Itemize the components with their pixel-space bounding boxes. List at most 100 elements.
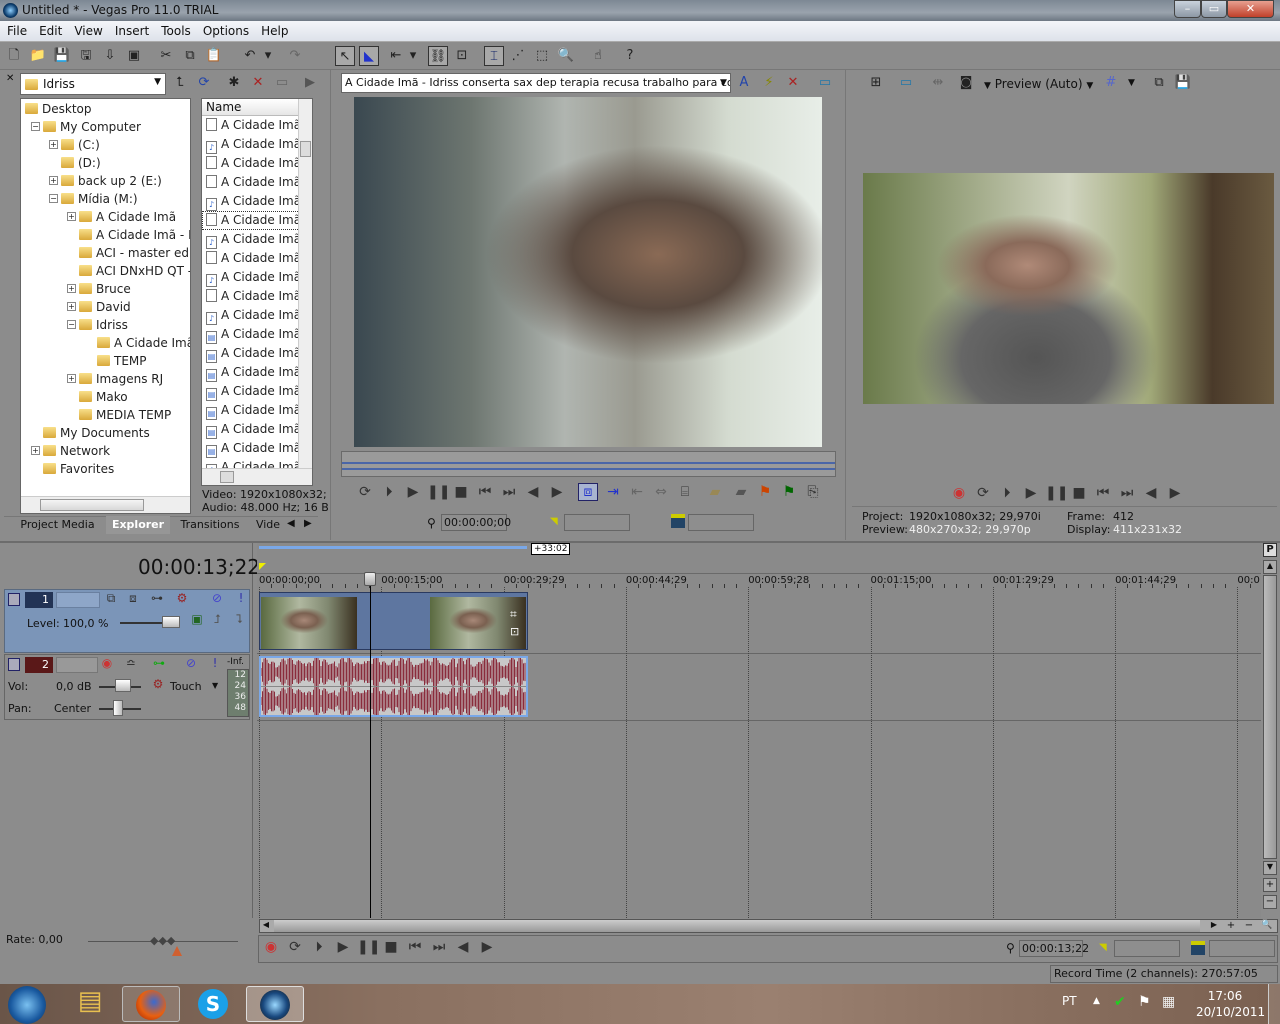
chevron-down-icon[interactable]: ▼ [720, 78, 727, 88]
go-to-start-icon[interactable]: ⏮ [475, 484, 495, 500]
previous-frame-icon[interactable]: ◀ [523, 484, 543, 500]
menu-file[interactable]: File [0, 21, 32, 38]
tab-scroll-left-icon[interactable]: ◀ [287, 518, 295, 529]
show-hidden-icons[interactable]: ▲ [1093, 996, 1100, 1006]
track-fx-icon[interactable]: ⚙ [172, 591, 192, 605]
event-pan-crop-icon[interactable]: ⌗ [510, 607, 517, 622]
ripple-dropdown-icon[interactable]: ▾ [407, 46, 419, 66]
scrollbar-thumb[interactable] [1263, 575, 1277, 859]
what-is-this-icon[interactable]: ☝ [588, 46, 608, 66]
track-motion-icon[interactable]: ⊶ [147, 591, 167, 605]
auto-crossfade-icon[interactable]: ⋰ [508, 46, 528, 66]
expand-icon[interactable]: + [67, 374, 76, 383]
tree-item[interactable]: + back up 2 (E:) [21, 172, 190, 190]
ignore-grouping-icon[interactable]: ⊡ [452, 46, 472, 66]
trimmer-timeline-strip[interactable] [341, 451, 836, 477]
file-item[interactable]: A Cidade Imã [202, 173, 312, 192]
split-screen-icon[interactable]: ⇹ [928, 73, 948, 93]
tree-item[interactable]: + Bruce [21, 280, 190, 298]
previous-frame-icon[interactable]: ◀ [1141, 485, 1161, 501]
add-to-timeline-icon[interactable]: A [734, 73, 754, 93]
loop-playback-icon[interactable]: ⟳ [285, 939, 305, 955]
track-fx-icon[interactable]: ⊶ [149, 656, 169, 670]
loop-region-bar[interactable] [259, 546, 527, 549]
collapse-icon[interactable]: − [49, 194, 58, 203]
tree-horizontal-scrollbar[interactable] [21, 496, 190, 513]
clock[interactable]: 17:06 20/10/2011 [1196, 989, 1265, 1019]
grid-icon[interactable]: # [1101, 73, 1121, 93]
file-item[interactable]: ▤ A Cidade Imã [202, 420, 312, 439]
file-item[interactable]: ♪ A Cidade Imã [202, 192, 312, 211]
marker-icon[interactable]: ⚑ [755, 484, 775, 500]
skype-taskbar-button[interactable]: S [184, 986, 242, 1022]
preview-properties-icon[interactable]: ⊞ [866, 73, 886, 93]
undo-dropdown-icon[interactable]: ▾ [262, 46, 274, 66]
go-to-end-icon[interactable]: ⏭ [1117, 485, 1137, 501]
file-item[interactable]: ▤ A Cidade Imã [202, 344, 312, 363]
selection-start-field[interactable] [564, 514, 630, 531]
previous-frame-icon[interactable]: ◀ [453, 939, 473, 955]
cursor-timecode[interactable]: 00:00:13;22 [138, 555, 260, 579]
redo-icon[interactable]: ↷ [285, 46, 305, 66]
preview-quality-dropdown[interactable]: ▼ Preview (Auto) ▼ [984, 77, 1093, 91]
menu-view[interactable]: View [67, 21, 107, 38]
expand-icon[interactable]: + [67, 212, 76, 221]
tab-video-fx[interactable]: Vide [252, 516, 284, 534]
delete-icon[interactable]: ✕ [248, 73, 268, 93]
firefox-taskbar-button[interactable] [122, 986, 180, 1022]
automation-mode[interactable]: Touch [170, 680, 202, 693]
insert-icon[interactable]: ⇥ [603, 484, 623, 500]
refresh-icon[interactable]: ⟳ [194, 73, 214, 93]
stop-icon[interactable]: ■ [1069, 485, 1089, 501]
network-icon[interactable]: ▦ [1162, 994, 1175, 1010]
copy-snapshot-icon[interactable]: ⧉ [1149, 73, 1169, 93]
file-item[interactable]: ▤ A Cidade Imã [202, 439, 312, 458]
close-button[interactable]: ✕ [1227, 0, 1274, 18]
next-frame-icon[interactable]: ▶ [547, 484, 567, 500]
record-icon[interactable]: ◉ [949, 485, 969, 501]
file-item[interactable]: ♪ A Cidade Imã [202, 230, 312, 249]
play-from-start-icon[interactable]: ⏵ [997, 485, 1017, 501]
trimmer-clip-dropdown[interactable]: A Cidade Imã - Idriss conserta sax dep t… [341, 73, 731, 93]
file-list-vertical-scrollbar[interactable] [298, 99, 312, 469]
timeline-canvas[interactable]: +33:02 00:00:00;00 00:00:15;00 00:00:29;29… [257, 543, 1261, 918]
audio-track-header[interactable]: 2 ◉ ≏ ⊶ ⊘ ! -Inf. 12 24 36 48 Vol: 0,0 dB ⚙… [4, 654, 250, 720]
go-to-end-icon[interactable]: ⏭ [499, 484, 519, 500]
file-item[interactable]: A Cidade Imã [202, 154, 312, 173]
record-icon[interactable]: ◉ [261, 939, 281, 955]
zoom-tool-icon[interactable]: 🔍 [556, 46, 576, 66]
play-icon[interactable]: ▶ [1021, 485, 1041, 501]
tree-item[interactable]: + (C:) [21, 136, 190, 154]
normal-edit-tool-icon[interactable]: ↖ [335, 46, 355, 66]
tab-explorer[interactable]: Explorer [106, 516, 170, 534]
tab-scroll-right-icon[interactable]: ▶ [304, 518, 312, 529]
selection-start-field[interactable] [1114, 940, 1180, 957]
tree-item[interactable]: (D:) [21, 154, 190, 172]
chevron-down-icon[interactable]: ▼ [212, 681, 218, 690]
tree-item[interactable]: Favorites [21, 460, 190, 478]
help-icon[interactable]: ? [620, 46, 640, 66]
new-icon[interactable]: 🗋 [4, 46, 24, 66]
marker-region-icon[interactable]: ▰ [731, 484, 751, 500]
tab-project-media[interactable]: Project Media [10, 516, 105, 534]
scrollbar-thumb[interactable] [300, 141, 311, 157]
expand-icon[interactable]: ⮥ [207, 612, 227, 627]
loop-playback-icon[interactable]: ⟳ [973, 485, 993, 501]
tree-item[interactable]: + Network [21, 442, 190, 460]
menu-insert[interactable]: Insert [108, 21, 154, 38]
tree-item[interactable]: − Mídia (M:) [21, 190, 190, 208]
action-center-flag-icon[interactable]: ⚑ [1138, 994, 1151, 1010]
lock-envelopes-icon[interactable]: ⛓ [428, 46, 448, 66]
zoom-out-icon[interactable]: − [1242, 920, 1256, 932]
save-as-icon[interactable]: 🖫 [76, 46, 96, 66]
enable-snapping-icon[interactable]: ⌶ [484, 46, 504, 66]
open-icon[interactable]: 📁 [28, 46, 48, 66]
selection-length-field[interactable] [688, 514, 754, 531]
save-snapshot-icon[interactable]: 💾 [1173, 73, 1193, 93]
solo-icon[interactable]: ! [205, 656, 225, 670]
track-name-field[interactable] [56, 592, 100, 608]
scrollbar-thumb[interactable] [220, 471, 234, 483]
automation-icon[interactable]: ⚙ [148, 677, 168, 691]
file-item[interactable]: ♪ A Cidade Imã [202, 306, 312, 325]
expand-icon[interactable]: + [67, 284, 76, 293]
